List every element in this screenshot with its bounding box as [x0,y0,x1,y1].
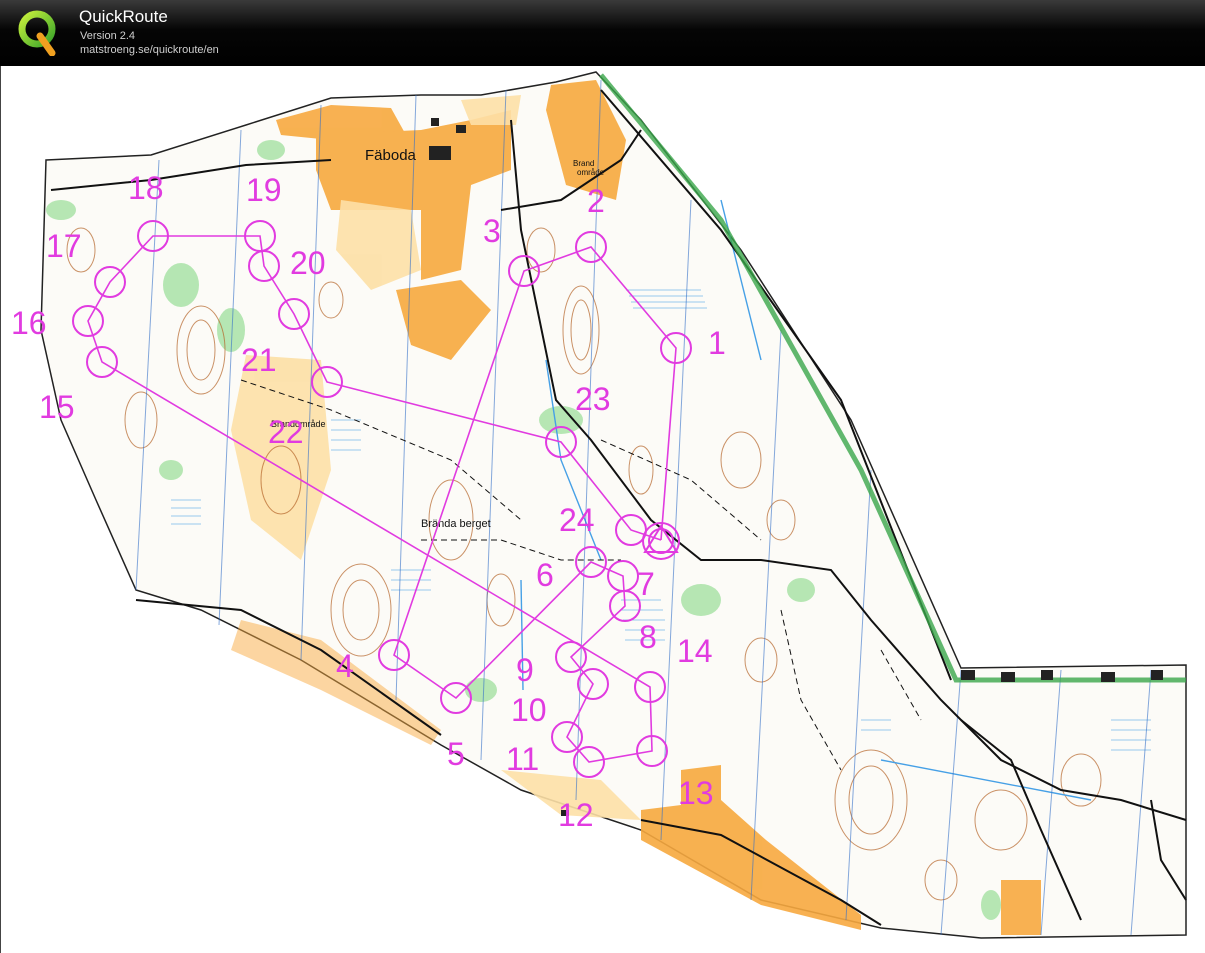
control-number-3: 3 [483,213,501,249]
control-number-7: 7 [637,566,655,602]
control-number-22: 22 [268,414,304,450]
control-number-13: 13 [678,775,714,811]
control-number-1: 1 [708,325,726,361]
control-number-4: 4 [336,648,354,684]
control-number-10: 10 [511,692,547,728]
control-number-6: 6 [536,557,554,593]
control-number-11: 11 [506,741,539,777]
control-number-17: 17 [46,228,82,264]
control-number-14: 14 [677,633,713,669]
app-version: Version 2.4 [80,30,136,42]
control-number-9: 9 [516,652,534,688]
map-canvas[interactable]: Fäboda Brand område Brandområde Brända b… [1,66,1205,953]
control-number-21: 21 [241,342,277,378]
control-number-2: 2 [587,183,605,219]
app-url[interactable]: matstroeng.se/quickroute/en [80,44,219,56]
control-number-12: 12 [558,797,594,833]
orienteering-map[interactable]: Fäboda Brand område Brandområde Brända b… [0,66,1205,953]
control-number-18: 18 [128,170,164,206]
control-number-20: 20 [290,245,326,281]
control-number-19: 19 [246,172,282,208]
quickroute-q-logo-icon [18,10,56,56]
app-title-bar: QuickRoute Version 2.4 matstroeng.se/qui… [0,0,1205,66]
place-label-brand: Brand [573,159,594,168]
control-number-23: 23 [575,381,611,417]
control-number-15: 15 [39,389,75,425]
control-number-16: 16 [11,305,47,341]
app-title: QuickRoute [79,7,168,26]
place-label-omrade: område [577,168,605,177]
control-number-8: 8 [639,619,657,655]
place-label-branda-berget: Brända berget [421,518,491,530]
control-number-24: 24 [559,502,595,538]
control-number-5: 5 [447,736,465,772]
place-label-faboda: Fäboda [365,147,417,164]
